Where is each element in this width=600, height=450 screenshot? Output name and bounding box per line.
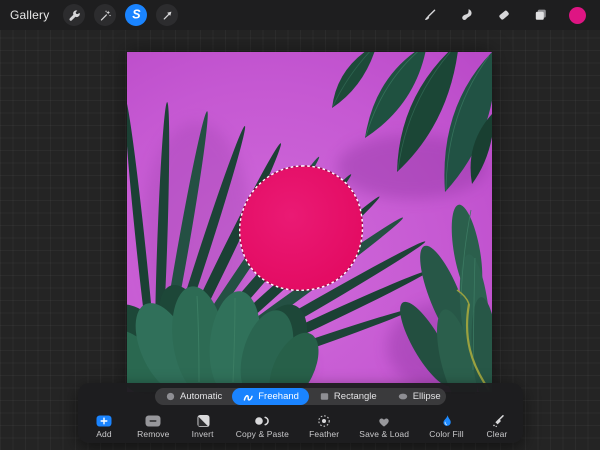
smudge-tool-button[interactable]	[458, 6, 476, 24]
mode-label: Freehand	[258, 391, 299, 402]
freehand-selection	[240, 166, 363, 290]
invert-icon	[195, 414, 211, 428]
action-label: Invert	[192, 429, 214, 439]
selection-s-icon: S	[132, 8, 140, 21]
canvas-image	[127, 52, 492, 392]
mode-freehand[interactable]: Freehand	[232, 388, 309, 405]
selection-mode-pill: Automatic Freehand Rectangle Ellipse	[155, 388, 446, 405]
copy-paste-icon	[253, 414, 271, 428]
action-label: Copy & Paste	[236, 429, 289, 439]
top-toolbar-left: Gallery S	[10, 4, 178, 26]
mode-ellipse[interactable]: Ellipse	[387, 388, 451, 405]
eraser-tool-button[interactable]	[495, 6, 513, 24]
action-save-load[interactable]: Save & Load	[359, 414, 409, 439]
procreate-screen: Gallery S	[0, 0, 600, 450]
eraser-icon	[496, 7, 512, 23]
action-label: Feather	[309, 429, 339, 439]
circle-icon	[165, 391, 176, 402]
action-copy-paste[interactable]: Copy & Paste	[236, 414, 289, 439]
action-label: Clear	[487, 429, 508, 439]
actions-button[interactable]	[63, 4, 85, 26]
action-label: Remove	[137, 429, 169, 439]
action-add[interactable]: Add	[91, 414, 117, 439]
mode-rectangle[interactable]: Rectangle	[309, 388, 387, 405]
mode-automatic[interactable]: Automatic	[155, 388, 232, 405]
clear-brush-icon	[489, 414, 505, 428]
brush-icon	[422, 7, 438, 23]
ellipse-icon	[397, 391, 409, 402]
color-fill-icon	[439, 414, 455, 428]
layers-icon	[533, 7, 549, 23]
action-invert[interactable]: Invert	[190, 414, 216, 439]
wrench-icon	[68, 9, 81, 22]
action-feather[interactable]: Feather	[309, 414, 339, 439]
plus-box-icon	[95, 414, 113, 428]
heart-icon	[376, 414, 392, 428]
action-label: Save & Load	[359, 429, 409, 439]
smudge-icon	[459, 7, 475, 23]
mode-label: Automatic	[180, 391, 222, 402]
gallery-button[interactable]: Gallery	[10, 8, 49, 22]
square-icon	[319, 391, 330, 402]
brush-tool-button[interactable]	[421, 6, 439, 24]
selection-tool-button[interactable]: S	[125, 4, 147, 26]
selection-panel: Automatic Freehand Rectangle Ellipse	[78, 383, 523, 443]
transform-button[interactable]	[156, 4, 178, 26]
adjustments-button[interactable]	[94, 4, 116, 26]
arrow-cursor-icon	[161, 9, 174, 22]
top-toolbar-right	[421, 6, 590, 24]
layers-button[interactable]	[532, 6, 550, 24]
action-clear[interactable]: Clear	[484, 414, 510, 439]
mode-label: Ellipse	[413, 391, 441, 402]
action-remove[interactable]: Remove	[137, 414, 169, 439]
color-swatch[interactable]	[569, 7, 586, 24]
minus-box-icon	[144, 414, 162, 428]
mode-label: Rectangle	[334, 391, 377, 402]
action-color-fill[interactable]: Color Fill	[429, 414, 464, 439]
magic-wand-icon	[99, 9, 112, 22]
selection-actions-row: Add Remove Invert	[78, 405, 523, 439]
top-toolbar: Gallery S	[0, 0, 600, 30]
action-label: Color Fill	[429, 429, 464, 439]
squiggle-icon	[242, 391, 254, 403]
artwork-canvas[interactable]	[127, 52, 492, 392]
feather-icon	[316, 414, 332, 428]
action-label: Add	[96, 429, 111, 439]
